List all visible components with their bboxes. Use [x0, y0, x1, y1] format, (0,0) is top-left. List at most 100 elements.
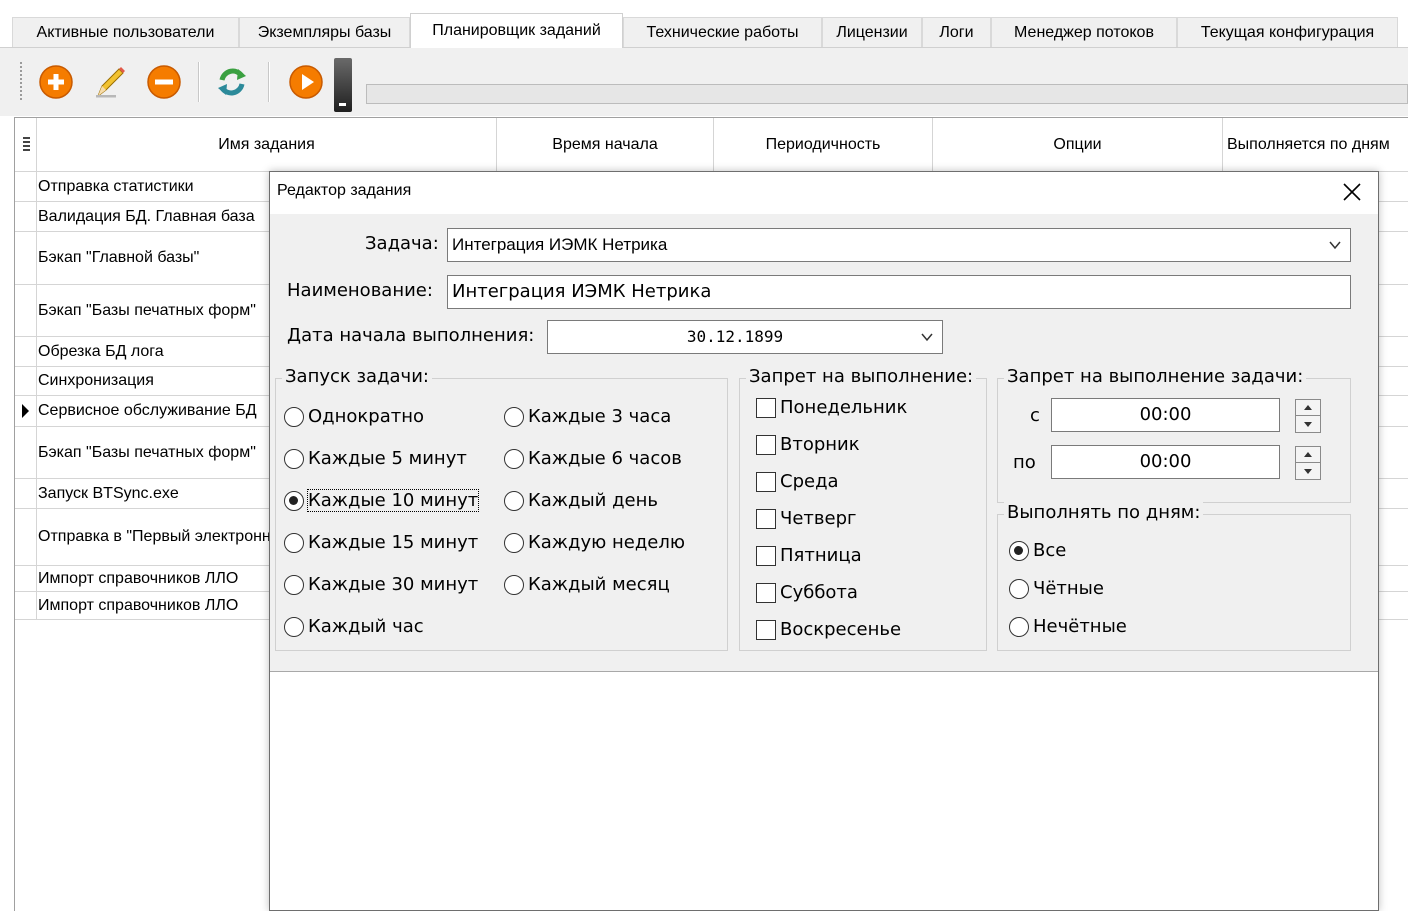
radio-indicator: [284, 616, 304, 637]
start-date-label: Дата начала выполнения:: [287, 325, 535, 346]
tab-bar: Активные пользователи Экземпляры базы Пл…: [0, 0, 1408, 48]
close-button[interactable]: [1340, 180, 1364, 204]
radio-indicator: [504, 406, 524, 427]
edit-icon: [96, 67, 125, 98]
task-name-cell: Сервисное обслуживание БД: [38, 402, 257, 419]
radio-indicator: [504, 574, 524, 595]
time-to-label: по: [1013, 452, 1036, 473]
name-label: Наименование:: [287, 280, 433, 301]
time-to-value: 00:00: [1139, 451, 1192, 472]
time-to-input[interactable]: 00:00: [1051, 445, 1321, 480]
radio-indicator: [284, 448, 304, 469]
radio-once[interactable]: Однократно: [284, 406, 424, 427]
radio-indicator: [1009, 578, 1029, 599]
radio-every-15-min[interactable]: Каждые 15 минут: [284, 532, 478, 553]
spin-up-button[interactable]: [1296, 400, 1320, 416]
name-input[interactable]: Интеграция ИЭМК Нетрика: [447, 275, 1351, 309]
run-icon: [289, 65, 323, 99]
column-header-run-by-days[interactable]: Выполняется по дням: [1223, 118, 1408, 172]
time-from-label: с: [1030, 405, 1040, 426]
tab-thread-manager[interactable]: Менеджер потоков: [991, 17, 1177, 47]
column-header-start-time[interactable]: Время начала: [497, 118, 714, 172]
column-header-periodicity[interactable]: Периодичность: [714, 118, 933, 172]
tab-maintenance[interactable]: Технические работы: [623, 17, 822, 47]
radio-indicator: [284, 490, 304, 511]
task-name-cell: Отправка в "Первый электронный": [38, 528, 297, 545]
refresh-button[interactable]: [214, 64, 250, 100]
radio-indicator: [284, 532, 304, 553]
task-name-cell: Отправка статистики: [38, 177, 194, 195]
spin-down-button[interactable]: [1296, 416, 1320, 432]
radio-indicator: [284, 574, 304, 595]
checkbox-indicator: [756, 545, 776, 566]
task-select-value: Интеграция ИЭМК Нетрика: [452, 235, 668, 254]
task-name-cell: Синхронизация: [38, 372, 154, 389]
tab-db-instances[interactable]: Экземпляры базы: [239, 17, 410, 47]
chevron-down-icon: [1329, 241, 1341, 250]
radio-every-6-hours[interactable]: Каждые 6 часов: [504, 448, 682, 469]
arrow-up-icon: [1304, 452, 1312, 457]
checkbox-sunday[interactable]: Воскресенье: [756, 619, 901, 640]
radio-every-5-min[interactable]: Каждые 5 минут: [284, 448, 467, 469]
task-label: Задача:: [365, 233, 439, 254]
radio-every-week[interactable]: Каждую неделю: [504, 532, 685, 553]
radio-indicator: [504, 490, 524, 511]
checkbox-monday[interactable]: Понедельник: [756, 397, 907, 418]
arrow-down-icon: [1304, 468, 1312, 474]
delete-task-button[interactable]: [146, 64, 182, 100]
radio-every-3-hours[interactable]: Каждые 3 часа: [504, 406, 671, 427]
checkbox-friday[interactable]: Пятница: [756, 545, 862, 566]
radio-every-month[interactable]: Каждый месяц: [504, 574, 670, 595]
tab-active-users[interactable]: Активные пользователи: [12, 17, 239, 47]
radio-indicator: [1009, 616, 1029, 637]
time-to-spinner[interactable]: [1295, 446, 1321, 480]
task-select[interactable]: Интеграция ИЭМК Нетрика: [447, 228, 1351, 262]
dialog-title-bar[interactable]: Редактор задания: [270, 172, 1378, 214]
dropdown-icon[interactable]: [334, 58, 352, 112]
radio-even-days[interactable]: Чётные: [1009, 578, 1104, 599]
add-task-button[interactable]: [38, 64, 74, 100]
progress-bar: [366, 84, 1408, 104]
spin-up-button[interactable]: [1296, 447, 1320, 463]
run-task-button[interactable]: [288, 64, 324, 100]
toolbar-separator: [198, 62, 200, 102]
toolbar: [0, 48, 1408, 116]
tab-logs[interactable]: Логи: [922, 17, 991, 47]
task-name-cell: Бэкап "Базы печатных форм": [38, 301, 256, 319]
column-header-options[interactable]: Опции: [933, 118, 1223, 172]
task-name-cell: Бэкап "Главной базы": [38, 249, 200, 266]
tab-task-scheduler[interactable]: Планировщик заданий: [410, 13, 623, 48]
task-name-cell: Импорт справочников ЛЛО: [38, 569, 239, 587]
checkbox-indicator: [756, 508, 776, 529]
task-name-cell: Импорт справочников ЛЛО: [38, 596, 239, 614]
tab-licenses[interactable]: Лицензии: [822, 17, 922, 47]
start-date-value: 30.12.1899: [686, 327, 784, 346]
radio-indicator: [504, 532, 524, 553]
chevron-down-icon: [921, 333, 933, 342]
columns-icon: [23, 137, 30, 151]
time-from-spinner[interactable]: [1295, 399, 1321, 433]
arrow-up-icon: [1304, 405, 1312, 410]
radio-odd-days[interactable]: Нечётные: [1009, 616, 1127, 637]
close-icon: [1343, 183, 1361, 201]
tab-current-config[interactable]: Текущая конфигурация: [1177, 17, 1398, 47]
radio-every-hour[interactable]: Каждый час: [284, 616, 424, 637]
spin-down-button[interactable]: [1296, 463, 1320, 479]
time-from-input[interactable]: 00:00: [1051, 398, 1321, 433]
ban-days-group-title: Запрет на выполнение:: [746, 366, 977, 387]
radio-every-10-min[interactable]: Каждые 10 минут: [284, 489, 480, 512]
launch-group-title: Запуск задачи:: [282, 366, 432, 387]
start-date-picker[interactable]: 30.12.1899: [547, 320, 943, 354]
column-header-task-name[interactable]: Имя задания: [37, 118, 497, 172]
checkbox-saturday[interactable]: Суббота: [756, 582, 858, 603]
dialog-bottom-area: [270, 672, 1378, 910]
radio-every-30-min[interactable]: Каждые 30 минут: [284, 574, 478, 595]
checkbox-tuesday[interactable]: Вторник: [756, 434, 860, 455]
checkbox-indicator: [756, 471, 776, 492]
grid-column-chooser[interactable]: [15, 118, 37, 172]
edit-task-button[interactable]: [92, 64, 128, 100]
radio-all-days[interactable]: Все: [1009, 540, 1066, 561]
checkbox-wednesday[interactable]: Среда: [756, 471, 839, 492]
checkbox-thursday[interactable]: Четверг: [756, 508, 856, 529]
radio-every-day[interactable]: Каждый день: [504, 490, 658, 511]
